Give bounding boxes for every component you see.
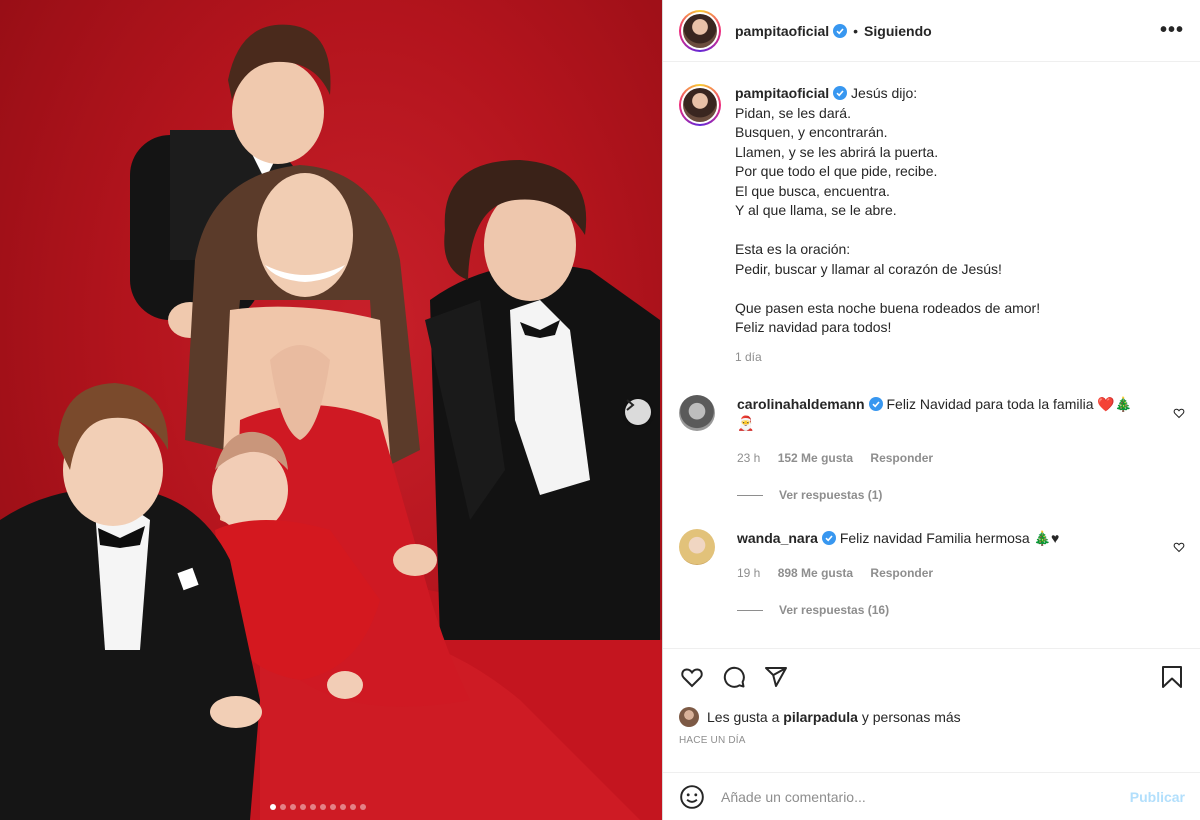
liker-avatar [679,707,699,727]
comment-avatar[interactable] [679,529,715,565]
caption-line: Busquen, y encontrarán. [735,124,888,140]
caption-body: pampitaoficial Jesús dijo: Pidan, se les… [735,84,1040,367]
instagram-post: pampitaoficial • Siguiendo ••• pampitaof… [0,0,1200,820]
chevron-right-icon [626,399,635,411]
post-photo[interactable] [0,0,662,820]
comment-text: Feliz navidad Familia hermosa 🎄♥ [839,530,1060,546]
publish-button[interactable]: Publicar [1130,789,1185,805]
post-actions-section: Les gusta a pilarpadula y personas más H… [663,648,1200,753]
comment-time[interactable]: 23 h [737,451,760,465]
comment-likes[interactable]: 152 Me gusta [778,451,853,465]
separator: • [853,22,859,39]
comment-meta: 19 h 898 Me gusta Responder [737,564,1137,583]
comment-like-heart-icon[interactable] [1173,407,1185,419]
save-button[interactable] [1159,664,1185,690]
verified-icon [833,23,848,38]
comment-username[interactable]: wanda_nara [737,530,818,546]
post-side-panel: pampitaoficial • Siguiendo ••• pampitaof… [662,0,1200,820]
caption-avatar[interactable] [679,84,721,126]
author-username[interactable]: pampitaoficial [735,23,829,39]
likes-suffix: y personas más [857,709,961,725]
comment-likes[interactable]: 898 Me gusta [778,566,853,580]
caption-line [735,279,1040,299]
carousel-next-button[interactable] [625,399,651,425]
comment-button[interactable] [721,664,747,690]
action-bar [663,649,1200,705]
posted-ago[interactable]: HACE UN DÍA [663,729,1200,753]
comment-username[interactable]: carolinahaldemann [737,396,865,412]
carousel-dot [310,804,316,810]
family-photo-illustration [0,24,662,820]
caption-line: Y al que llama, se le abre. [735,202,897,218]
comment-like-heart-icon[interactable] [1173,541,1185,553]
comment-avatar[interactable] [679,395,715,431]
comment-icon [723,666,745,688]
caption-username[interactable]: pampitaoficial [735,85,829,101]
caption-line: Jesús dijo: [851,85,918,101]
comment-input[interactable] [721,788,1130,805]
view-replies-label: Ver respuestas (1) [779,488,883,502]
post-header: pampitaoficial • Siguiendo ••• [663,0,1200,62]
caption-line: El que busca, encuentra. [735,182,890,199]
comment-meta: 23 h 152 Me gusta Responder [737,449,1137,468]
carousel-dot [340,804,346,810]
caption-line: Llamen, y se les abrirá la puerta. [735,143,939,160]
caption-time[interactable]: 1 día [735,348,1040,368]
verified-icon [868,397,883,411]
caption-line: Pidan, se les dará. [735,104,851,121]
carousel-dot [290,804,296,810]
follow-status-button[interactable]: Siguiendo [864,23,932,39]
avatar[interactable] [679,9,721,52]
carousel-dot [330,804,336,810]
carousel-dot [360,804,366,810]
view-replies-button[interactable]: Ver respuestas (16) [737,601,1137,620]
emoji-icon[interactable] [679,784,705,810]
comment-time[interactable]: 19 h [737,566,760,580]
carousel-dot [300,804,306,810]
view-replies-button[interactable]: Ver respuestas (1) [737,486,1137,505]
verified-icon [821,531,836,545]
caption-line [735,221,1040,241]
reply-button[interactable]: Responder [870,566,933,580]
verified-icon [833,86,848,100]
more-icon[interactable]: ••• [1160,19,1184,42]
likes-text: Les gusta a pilarpadula y personas más [707,709,961,725]
caption-line: Que pasen esta noche buena rodeados de a… [735,299,1041,316]
like-button[interactable] [679,664,705,690]
liker-username[interactable]: pilarpadula [783,709,858,725]
likes-prefix: Les gusta a [707,709,784,725]
share-button[interactable] [763,664,789,690]
carousel-dot [320,804,326,810]
carousel-dots [270,804,390,810]
caption-line: Esta es la oración: [735,241,851,257]
carousel-dot-active [270,804,276,810]
view-replies-label: Ver respuestas (16) [779,603,890,617]
share-icon [765,667,787,687]
comment-text-line2: 🎅 [737,415,755,431]
likes-summary[interactable]: Les gusta a pilarpadula y personas más [663,705,1200,729]
comment: carolinahaldemann Feliz Navidad para tod… [663,395,1200,505]
caption-line: Feliz navidad para todos! [735,319,892,335]
heart-icon [681,668,703,688]
carousel-dot [280,804,286,810]
caption-line: Pedir, buscar y llamar al corazón de Jes… [735,260,1002,277]
carousel-dot [350,804,356,810]
comment-body: carolinahaldemann Feliz Navidad para tod… [737,395,1137,505]
reply-button[interactable]: Responder [870,451,933,465]
comment-body: wanda_nara Feliz navidad Familia hermosa… [737,529,1137,620]
comment-text: Feliz Navidad para toda la familia ❤️🎄 [886,396,1133,412]
post-caption: pampitaoficial Jesús dijo: Pidan, se les… [663,62,1200,367]
save-icon [1162,666,1182,688]
add-comment-bar: Publicar [663,772,1200,820]
comment: wanda_nara Feliz navidad Familia hermosa… [663,529,1200,620]
caption-line: Por que todo el que pide, recibe. [735,163,938,179]
